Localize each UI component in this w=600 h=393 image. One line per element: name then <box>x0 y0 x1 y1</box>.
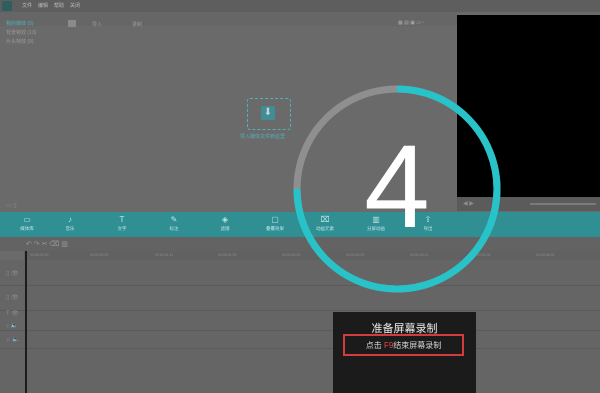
tool-filter-label: 滤镜 <box>220 226 230 231</box>
menu-file[interactable]: 文件 <box>22 2 32 9</box>
preview-scrubber[interactable] <box>530 203 596 205</box>
video-track-icon[interactable]: ▯ 👁 <box>6 270 19 277</box>
filter-icon: ◈ <box>221 215 229 224</box>
record-dropdown[interactable]: 录制 <box>132 21 142 28</box>
ruler-tick: 00:00:01:11 <box>155 253 174 257</box>
music-track-icon[interactable]: ♫ 🔈 <box>6 336 20 343</box>
instruction-suffix: 结束屏幕录制 <box>393 341 442 350</box>
tool-annotation-label: 标注 <box>169 226 179 231</box>
hotkey-label: F9 <box>383 341 394 350</box>
add-media-icon[interactable] <box>68 20 76 27</box>
tool-filter[interactable]: ◈ 滤镜 <box>205 212 245 237</box>
ruler-tick: 00:00:00:20 <box>90 253 109 257</box>
import-hint: 导入媒体文件到这里 <box>240 134 286 140</box>
dialog-instruction: 点击 F9结束屏幕录制 <box>343 340 464 351</box>
download-arrow-icon: ⬇ <box>261 106 275 120</box>
folder-icon: ▭ <box>23 215 31 224</box>
ruler-tick: 00:00:01:30 <box>218 253 237 257</box>
undo-redo-icons[interactable]: ↶ ↷ ✂ ⌫ ▥ <box>26 240 68 248</box>
track-divider <box>0 310 600 311</box>
sidebar-item-my-media[interactable]: 我的媒体 (0) <box>6 20 34 27</box>
tool-annotation[interactable]: ✎ 标注 <box>154 212 194 237</box>
text-icon: T <box>119 215 125 224</box>
view-toggle-icons[interactable]: ▦ ▤ ▣ ▭ ▫ <box>398 20 450 27</box>
tool-text[interactable]: T 文字 <box>102 212 142 237</box>
menu-edit[interactable]: 编辑 <box>38 2 48 9</box>
pen-icon: ✎ <box>170 215 178 224</box>
playhead[interactable] <box>25 251 27 393</box>
sidebar-item-background[interactable]: 背景特效 (13) <box>6 29 36 36</box>
tool-music-label: 音乐 <box>65 226 75 231</box>
tool-text-label: 文字 <box>117 226 127 231</box>
sidebar-item-intro[interactable]: 片头特效 (9) <box>6 38 34 45</box>
import-dropdown[interactable]: 导入 <box>92 21 102 28</box>
title-bar <box>0 0 600 12</box>
music-icon: ♪ <box>68 215 72 224</box>
text-track-icon[interactable]: T 👁 <box>6 310 19 317</box>
menu-close[interactable]: 关闭 <box>70 2 80 9</box>
sound-track-icon[interactable]: ♪ 🔈 <box>6 322 18 329</box>
ruler-tick: 00:00:04:01 <box>536 253 555 257</box>
track-divider <box>0 330 600 331</box>
tool-music[interactable]: ♪ 音乐 <box>50 212 90 237</box>
tool-overlay-label: 叠覆效果 <box>266 226 284 231</box>
instruction-prefix: 点击 <box>365 341 384 350</box>
tool-media-label: 媒体库 <box>20 226 34 231</box>
countdown-number: 4 <box>364 121 430 253</box>
tool-overlay[interactable]: ▢ 叠覆效果 <box>255 212 295 237</box>
overlay-track-icon[interactable]: ▯ 👁 <box>6 294 19 301</box>
countdown-ring: 4 <box>293 85 501 293</box>
overlay-icon: ▢ <box>271 215 279 224</box>
ruler-tick: 00:00:00:00 <box>30 253 49 257</box>
tool-media[interactable]: ▭ 媒体库 <box>7 212 47 237</box>
library-folder-icon[interactable]: ▭ ▯ <box>6 202 17 209</box>
track-divider <box>0 348 600 349</box>
menu-help[interactable]: 帮助 <box>54 2 64 9</box>
app-logo-icon <box>2 1 12 11</box>
